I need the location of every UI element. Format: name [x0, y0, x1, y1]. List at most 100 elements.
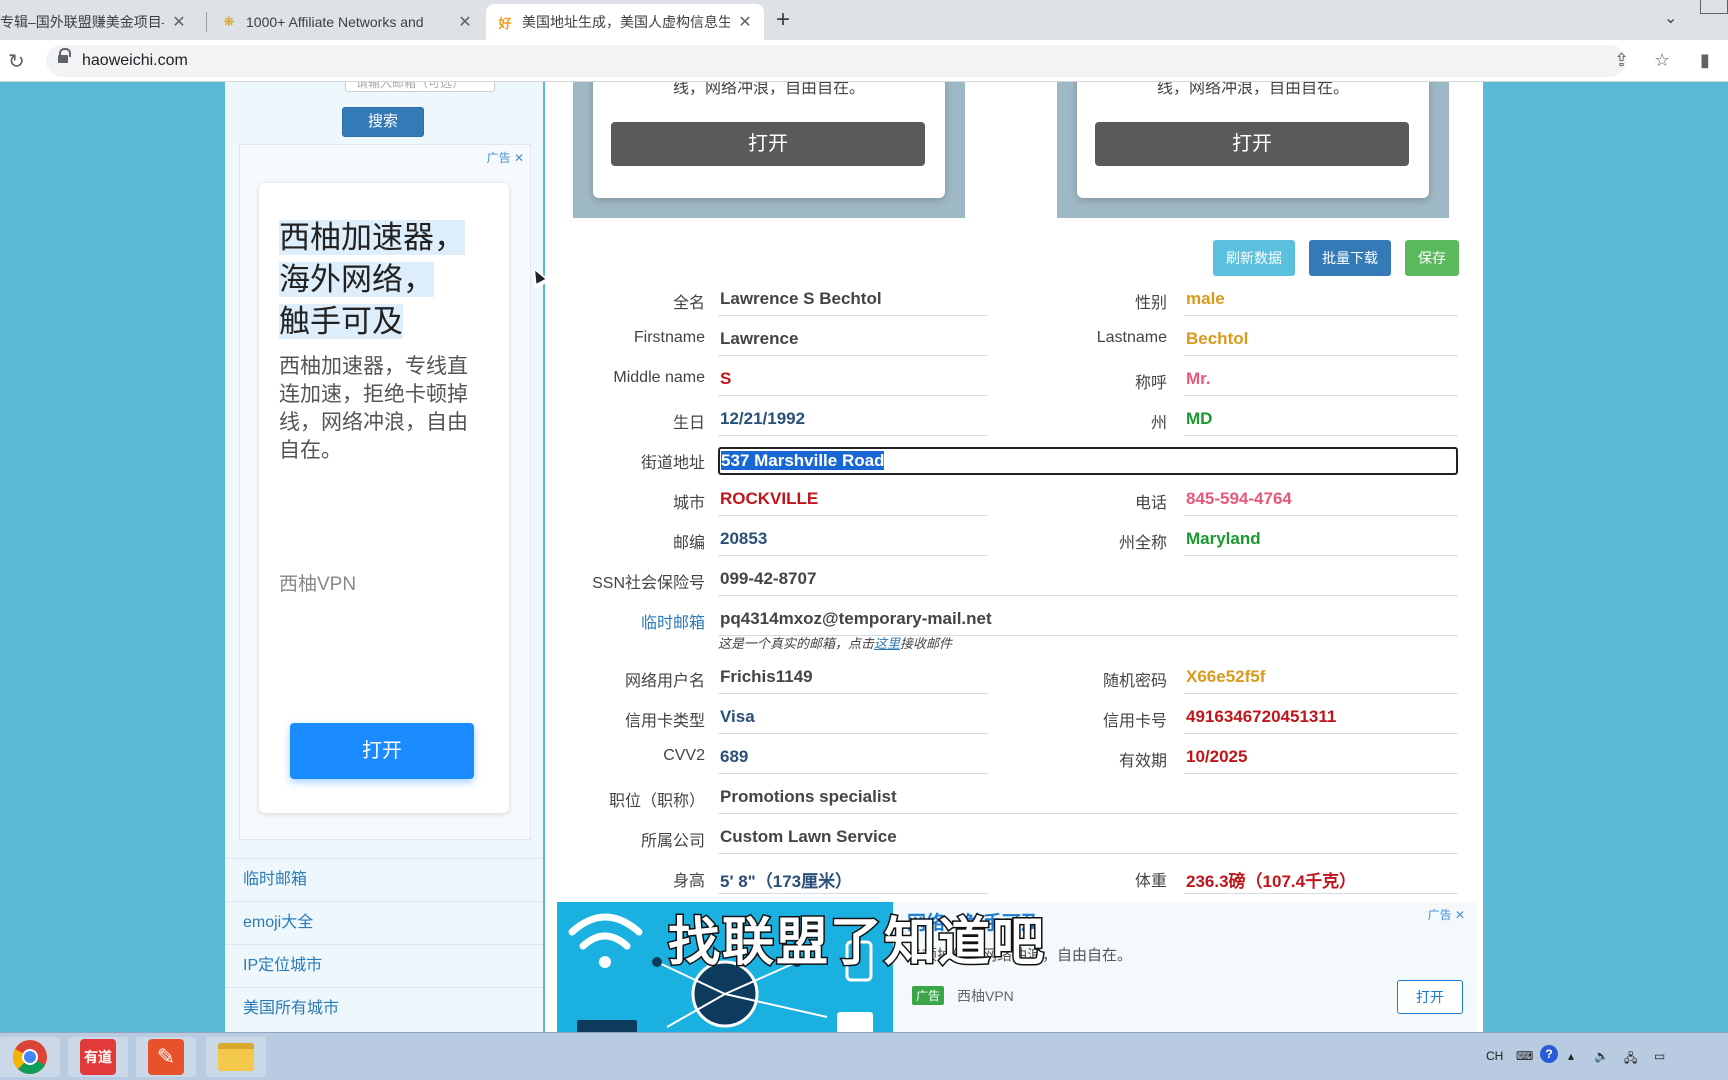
cvv-label: CVV2 [663, 747, 705, 764]
fullname-value[interactable]: Lawrence S Bechtol [718, 289, 988, 316]
card-number-value[interactable]: 4916346720451311 [1184, 707, 1458, 734]
promo-card-text: 线，网络冲浪，自由自在。 [672, 82, 865, 97]
card-number-label: 信用卡号 [1102, 713, 1167, 730]
height-value[interactable]: 5' 8"（173厘米） [718, 867, 988, 894]
card-type-label: 信用卡类型 [624, 713, 705, 730]
tab-us-address-generator[interactable]: 好 美国地址生成，美国人虚构信息生 ✕ [486, 4, 764, 40]
firstname-value[interactable]: Lawrence [718, 329, 988, 356]
sidebar-link-us-cities[interactable]: 美国所有城市 [225, 987, 543, 1030]
street-address-value[interactable]: 537 Marshville Road [721, 451, 885, 470]
folder-icon[interactable] [206, 1037, 266, 1077]
email-receive-link[interactable]: 这里 [874, 636, 900, 651]
sidebar-link-emoji[interactable]: emoji大全 [225, 901, 543, 944]
network-icon[interactable]: 🖧 [1624, 1049, 1637, 1070]
reload-icon[interactable]: ↻ [8, 49, 25, 74]
city-value[interactable]: ROCKVILLE [718, 489, 988, 516]
search-button[interactable]: 搜索 [342, 107, 424, 137]
phone-value[interactable]: 845-594-4764 [1184, 489, 1458, 516]
ime-indicator[interactable]: CH [1486, 1049, 1503, 1063]
ad-description: 西柚加速器，专线直连加速，拒绝卡顿掉线，网络冲浪，自由自在。 [279, 355, 468, 462]
username-value[interactable]: Frichis1149 [718, 667, 988, 694]
close-icon[interactable]: ✕ [456, 12, 474, 32]
state-value[interactable]: MD [1184, 409, 1458, 436]
chrome-icon[interactable] [0, 1037, 60, 1077]
gender-label: 性别 [1134, 295, 1167, 312]
bookmark-star-icon[interactable]: ☆ [1654, 50, 1670, 71]
sidebar-ad[interactable]: 广告 ✕ 西柚加速器， 海外网络， 触手可及 西柚加速器，专线直连加速，拒绝卡顿… [239, 144, 531, 840]
bottom-ad-open-button[interactable]: 打开 [1397, 980, 1463, 1014]
password-value[interactable]: X66e52f5f [1184, 667, 1458, 694]
ad-tag: 广告 [912, 986, 945, 1005]
video-subtitle: 找联盟了知道吧 [666, 913, 1047, 974]
browser-toolbar: ↻ haoweichi.com ⇪ ☆ ▮ [0, 40, 1728, 82]
tab-affiliate-album[interactable]: 专辑–国外联盟赚美金项目– ✕ [0, 4, 198, 40]
side-panel-icon[interactable]: ▮ [1700, 50, 1710, 71]
batch-download-button[interactable]: 批量下载 [1309, 240, 1391, 276]
sidebar-link-temp-email[interactable]: 临时邮箱 [225, 858, 543, 901]
tab-title: 1000+ Affiliate Networks and [246, 14, 424, 30]
keyboard-icon[interactable]: ⌨ [1516, 1049, 1533, 1063]
firstname-label: Firstname [633, 329, 705, 346]
volume-icon[interactable]: 🔈 [1594, 1049, 1609, 1063]
tray-arrow-icon[interactable]: ▴ [1568, 1049, 1574, 1063]
title-value[interactable]: Mr. [1184, 369, 1458, 396]
bottom-ad-brand: 西柚VPN [957, 988, 1014, 1004]
promo-open-button[interactable]: 打开 [611, 122, 925, 166]
help-icon[interactable]: ? [1540, 1045, 1558, 1063]
address-bar[interactable]: haoweichi.com ⇪ [46, 45, 1629, 77]
main-content: 线，网络冲浪，自由自在。 打开 线，网络冲浪，自由自在。 打开 刷新数据 批量下… [545, 82, 1483, 1032]
temp-email-label[interactable]: 临时邮箱 [545, 609, 705, 633]
company-value[interactable]: Custom Lawn Service [718, 827, 1458, 854]
window-control[interactable] [1700, 0, 1728, 14]
job-value[interactable]: Promotions specialist [718, 787, 1458, 814]
lastname-value[interactable]: Bechtol [1184, 329, 1458, 356]
middlename-value[interactable]: S [718, 369, 988, 396]
promo-card: 线，网络冲浪，自由自在。 打开 [1057, 82, 1449, 218]
gender-value[interactable]: male [1184, 289, 1458, 316]
street-address-field[interactable]: 537 Marshville Road [718, 447, 1458, 475]
birthday-label: 生日 [672, 415, 705, 432]
chevron-down-icon[interactable]: ⌄ [1664, 8, 1677, 28]
card-type-value[interactable]: Visa [718, 707, 988, 734]
system-tray: CH ⌨ ? ▴ 🔈 🖧 ▭ [1468, 1033, 1728, 1080]
save-button[interactable]: 保存 [1405, 240, 1459, 276]
ssn-value[interactable]: 099-42-8707 [718, 569, 1458, 596]
birthday-value[interactable]: 12/21/1992 [718, 409, 988, 436]
expiry-value[interactable]: 10/2025 [1184, 747, 1458, 774]
zip-value[interactable]: 20853 [718, 529, 988, 556]
state-full-label: 州全称 [1118, 535, 1167, 552]
zip-label: 邮编 [672, 535, 705, 552]
close-icon[interactable]: ✕ [736, 12, 754, 32]
height-label: 身高 [672, 873, 705, 890]
ad-brand: 西柚VPN [279, 574, 357, 595]
share-icon[interactable]: ⇪ [1614, 50, 1629, 71]
temp-email-value[interactable]: pq4314mxoz@temporary-mail.net [718, 609, 1458, 636]
ad-headline: 西柚加速器， 海外网络， 触手可及 [279, 220, 465, 339]
taskbar: 有道 ✎ CH ⌨ ? ▴ 🔈 🖧 ▭ [0, 1032, 1728, 1080]
sidebar-links: 临时邮箱 emoji大全 IP定位城市 美国所有城市 [225, 858, 543, 1030]
cvv-value[interactable]: 689 [718, 747, 988, 774]
monitor-icon[interactable]: ▭ [1654, 1049, 1665, 1063]
refresh-data-button[interactable]: 刷新数据 [1213, 240, 1295, 276]
site-favicon-icon: ❋ [223, 14, 235, 29]
tab-affiliate-networks[interactable]: ❋ 1000+ Affiliate Networks and ✕ [210, 4, 484, 40]
ad-open-button[interactable]: 打开 [290, 723, 474, 779]
app-icon[interactable]: ✎ [136, 1037, 196, 1077]
ad-label[interactable]: 广告 ✕ [487, 149, 524, 166]
new-tab-icon[interactable]: + [776, 6, 790, 34]
email-note: 这是一个真实的邮箱，点击这里接收邮件 [718, 636, 953, 651]
state-full-value[interactable]: Maryland [1184, 529, 1458, 556]
expiry-label: 有效期 [1118, 753, 1167, 770]
sidebar-link-ip-city[interactable]: IP定位城市 [225, 944, 543, 987]
ad-label[interactable]: 广告 ✕ [1428, 906, 1465, 923]
close-icon[interactable]: ✕ [170, 12, 188, 32]
weight-value[interactable]: 236.3磅（107.4千克） [1184, 867, 1458, 894]
youdao-icon[interactable]: 有道 [68, 1037, 128, 1077]
company-label: 所属公司 [640, 833, 705, 850]
url-text[interactable]: haoweichi.com [82, 52, 188, 70]
promo-open-button[interactable]: 打开 [1095, 122, 1409, 166]
ad-card[interactable]: 西柚加速器， 海外网络， 触手可及 西柚加速器，专线直连加速，拒绝卡顿掉线，网络… [259, 183, 509, 813]
city-label: 城市 [672, 495, 705, 512]
email-input[interactable]: 请输入邮箱（可选） [345, 82, 495, 92]
browser-tab-bar: 专辑–国外联盟赚美金项目– ✕ ❋ 1000+ Affiliate Networ… [0, 0, 1728, 40]
